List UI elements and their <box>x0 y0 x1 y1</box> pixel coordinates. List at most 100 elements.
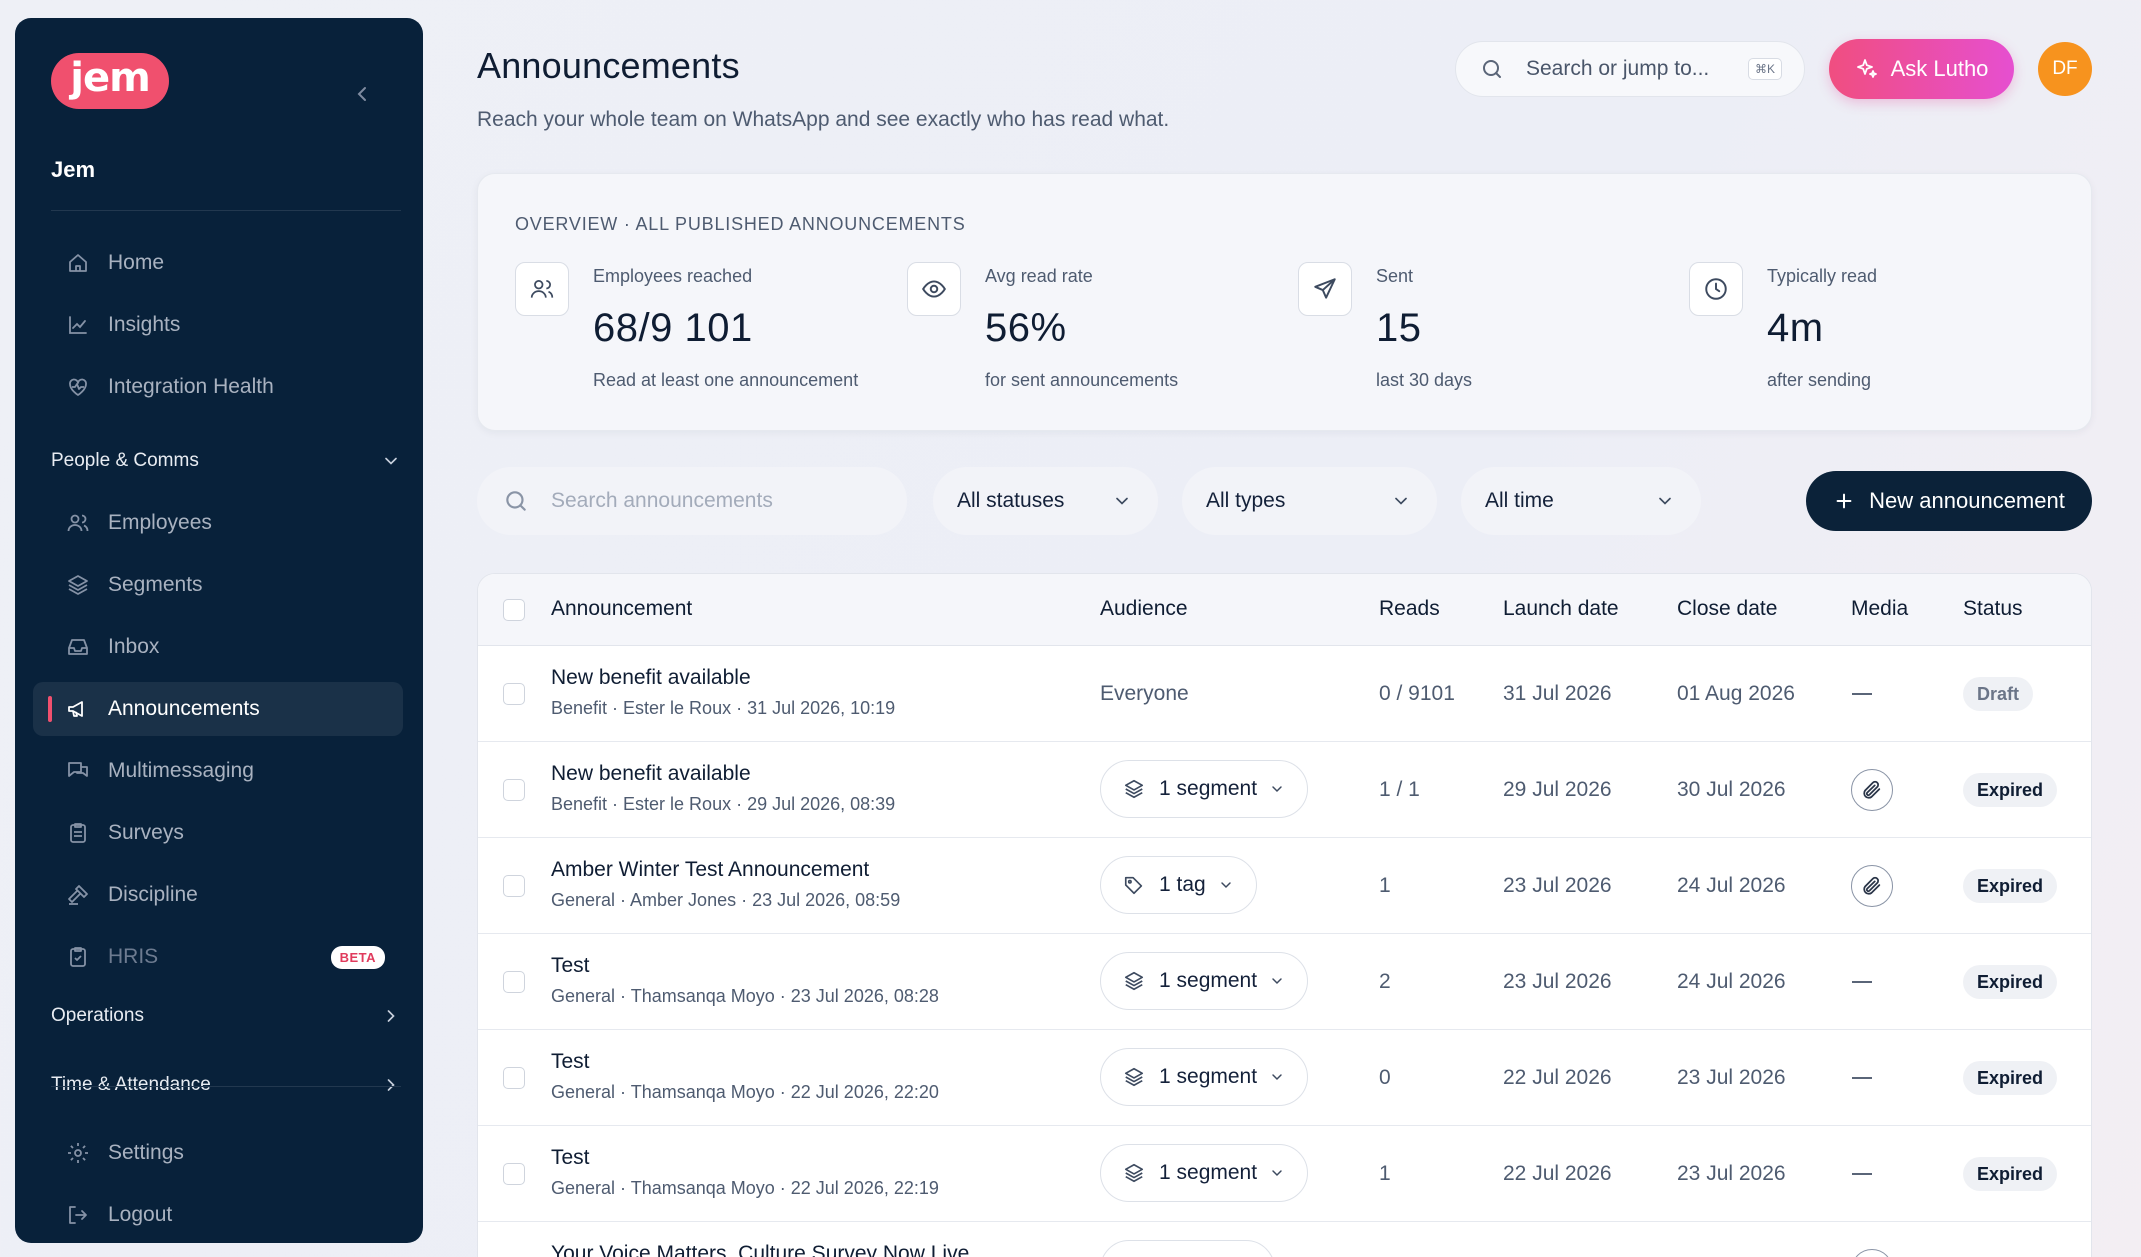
audience-text: Everyone <box>1100 682 1189 705</box>
table-row[interactable]: Amber Winter Test Announcement General · … <box>478 838 2091 934</box>
table-row[interactable]: Test General · Thamsanqa Moyo · 23 Jul 20… <box>478 934 2091 1030</box>
global-search[interactable]: Search or jump to... ⌘K <box>1455 41 1805 97</box>
chevron-right-icon <box>387 1010 395 1022</box>
column-media[interactable]: Media <box>1851 597 1908 621</box>
announcement-title[interactable]: New benefit available <box>551 762 751 786</box>
gavel-icon <box>68 885 88 905</box>
audience-segment-pill[interactable]: 1 segment <box>1100 1048 1309 1106</box>
ask-lutho-button[interactable]: Ask Lutho <box>1829 39 2014 99</box>
sidebar-item-employees[interactable]: Employees <box>33 496 403 550</box>
users-icon <box>530 280 554 298</box>
sidebar-item-discipline[interactable]: Discipline <box>33 868 403 922</box>
collapse-sidebar-button[interactable] <box>350 82 374 106</box>
megaphone-icon <box>68 701 83 717</box>
sidebar-item-segments[interactable]: Segments <box>33 558 403 612</box>
row-checkbox[interactable] <box>503 779 525 801</box>
column-launch-date[interactable]: Launch date <box>1503 597 1619 621</box>
announcement-meta: Benefit · Ester le Roux · 31 Jul 2026, 1… <box>551 698 896 718</box>
select-all-checkbox[interactable] <box>503 599 525 621</box>
table-row[interactable]: Test General · Thamsanqa Moyo · 22 Jul 20… <box>478 1030 2091 1126</box>
users-icon <box>67 514 89 532</box>
announcement-meta: Benefit · Ester le Roux · 29 Jul 2026, 0… <box>551 794 896 814</box>
user-avatar[interactable]: DF <box>2038 42 2092 96</box>
audience-pill[interactable] <box>1100 1240 1275 1257</box>
reads-value: 0 <box>1379 1066 1391 1089</box>
stat-sub: after sending <box>1767 370 1872 390</box>
clipboard-icon <box>70 823 86 843</box>
announcement-title[interactable]: Test <box>551 1146 590 1170</box>
sidebar-item-surveys[interactable]: Surveys <box>33 806 403 860</box>
type-filter-dropdown[interactable]: All types <box>1182 467 1437 535</box>
stat-value: 56% <box>985 306 1067 350</box>
section-time-attendance[interactable]: Time & Attendance <box>51 1074 401 1096</box>
announcement-title[interactable]: Test <box>551 1050 590 1074</box>
chevron-down-icon <box>1659 497 1671 505</box>
column-audience[interactable]: Audience <box>1100 597 1188 621</box>
close-date: 23 Jul 2026 <box>1677 1162 1786 1185</box>
status-filter-dropdown[interactable]: All statuses <box>933 467 1158 535</box>
sidebar-item-logout[interactable]: Logout <box>33 1188 403 1242</box>
section-label: People & Comms <box>51 450 199 471</box>
announcement-title[interactable]: New benefit available <box>551 666 751 690</box>
audience-label: 1 tag <box>1159 873 1206 896</box>
new-announcement-button[interactable]: New announcement <box>1806 471 2092 531</box>
announcement-meta: General · Thamsanqa Moyo · 22 Jul 2026, … <box>551 1178 939 1198</box>
row-checkbox[interactable] <box>503 971 525 993</box>
sidebar-item-home[interactable]: Home <box>33 236 403 290</box>
table-row[interactable]: Your Voice Matters, Culture Survey Now L… <box>478 1222 2091 1257</box>
status-badge: Expired <box>1963 869 2058 903</box>
media-attachment-button[interactable] <box>1851 1249 1893 1257</box>
sidebar-item-integration-health[interactable]: Integration Health <box>33 360 403 414</box>
stat-sub: Read at least one announcement <box>593 370 859 390</box>
row-checkbox[interactable] <box>503 683 525 705</box>
sidebar-item-settings[interactable]: Settings <box>33 1126 403 1180</box>
sidebar-item-multimessaging[interactable]: Multimessaging <box>33 744 403 798</box>
stat-value: 68/9 101 <box>593 306 753 350</box>
status-badge: Expired <box>1963 965 2058 999</box>
section-operations[interactable]: Operations <box>51 1005 401 1027</box>
column-reads[interactable]: Reads <box>1379 597 1440 621</box>
column-announcement[interactable]: Announcement <box>551 597 692 621</box>
audience-segment-pill[interactable]: 1 segment <box>1100 1144 1309 1202</box>
stat-icon-box <box>1689 262 1743 316</box>
sidebar-divider <box>51 210 401 211</box>
reads-value: 1 <box>1379 874 1391 897</box>
chevron-down-icon <box>1272 978 1282 985</box>
plus-icon <box>1836 493 1852 509</box>
media-attachment-button[interactable] <box>1851 865 1893 907</box>
row-checkbox[interactable] <box>503 1067 525 1089</box>
tag-icon <box>1124 876 1143 895</box>
sidebar-item-announcements[interactable]: Announcements <box>33 682 403 736</box>
media-attachment-button[interactable] <box>1851 769 1893 811</box>
table-row[interactable]: Test General · Thamsanqa Moyo · 22 Jul 20… <box>478 1126 2091 1222</box>
table-row[interactable]: New benefit available Benefit · Ester le … <box>478 646 2091 742</box>
chevron-right-icon <box>387 1079 395 1091</box>
page-subtitle: Reach your whole team on WhatsApp and se… <box>477 108 1170 131</box>
audience-segment-pill[interactable]: 1 segment <box>1100 760 1309 818</box>
no-media-dash <box>1852 1077 1872 1079</box>
announcement-title[interactable]: Amber Winter Test Announcement <box>551 858 869 882</box>
column-status[interactable]: Status <box>1963 597 2023 621</box>
announcement-search-input[interactable]: Search announcements <box>477 467 907 535</box>
row-checkbox[interactable] <box>503 875 525 897</box>
row-checkbox[interactable] <box>503 1163 525 1185</box>
audience-segment-pill[interactable]: 1 segment <box>1100 952 1309 1010</box>
sidebar-item-insights[interactable]: Insights <box>33 298 403 352</box>
announcement-title[interactable]: Test <box>551 954 590 978</box>
sidebar-item-hris[interactable]: HRIS BETA <box>33 930 403 984</box>
sidebar-item-label: Logout <box>108 1203 173 1226</box>
sidebar-item-label: Employees <box>108 511 212 534</box>
dropdown-value: All statuses <box>957 489 1065 512</box>
table-row[interactable]: New benefit available Benefit · Ester le … <box>478 742 2091 838</box>
sidebar-item-inbox[interactable]: Inbox <box>33 620 403 674</box>
audience-tag-pill[interactable]: 1 tag <box>1100 856 1257 914</box>
announcement-title[interactable]: Your Voice Matters, Culture Survey Now L… <box>551 1242 969 1257</box>
search-icon <box>1483 60 1501 78</box>
section-people-comms[interactable]: People & Comms <box>51 450 401 472</box>
time-filter-dropdown[interactable]: All time <box>1461 467 1701 535</box>
jem-logo[interactable]: jem <box>51 53 169 109</box>
chevron-left-icon <box>357 87 366 101</box>
org-name: Jem <box>51 157 96 182</box>
launch-date: 31 Jul 2026 <box>1503 682 1612 705</box>
column-close-date[interactable]: Close date <box>1677 597 1777 621</box>
